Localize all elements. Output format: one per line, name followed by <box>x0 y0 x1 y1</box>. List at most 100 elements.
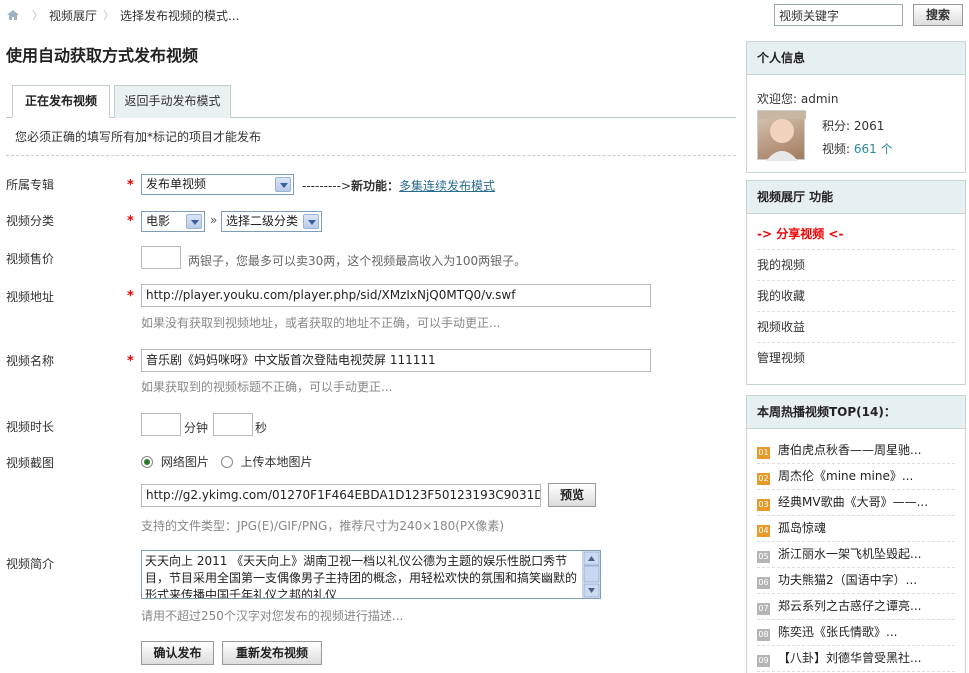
hot-video-item[interactable]: 09 【八卦】刘德华曾受黑社... <box>757 646 955 672</box>
page-title: 使用自动获取方式发布视频 <box>6 46 199 65</box>
hot-video-title[interactable]: 经典MV歌曲《大哥》——... <box>778 495 928 509</box>
chevron-down-icon <box>303 214 319 229</box>
thumbnail-source-options: 网络图片 上传本地图片 <box>141 453 313 470</box>
radio-local-upload[interactable] <box>220 456 233 468</box>
videos-count-link[interactable]: 661 个 <box>854 142 893 156</box>
hot-videos-panel: 本周热播视频TOP(14)： 01 唐伯虎点秋香——周星驰... 02 周杰伦《mi… <box>746 395 966 673</box>
hot-video-item[interactable]: 07 郑云系列之古惑仔之谭亮... <box>757 594 955 620</box>
minutes-unit: 分钟 <box>184 421 209 435</box>
duration-label: 视频时长 <box>6 420 55 434</box>
function-my-videos[interactable]: 我的视频 <box>757 250 955 281</box>
album-select-value: 发布单视频 <box>146 177 207 191</box>
intro-scrollbar[interactable] <box>582 551 600 598</box>
video-url-input[interactable]: http://player.youku.com/player.php/sid/X… <box>141 284 651 307</box>
hot-videos-title: 本周热播视频TOP(14)： <box>747 396 965 429</box>
hot-video-item[interactable]: 02 周杰伦《mine mine》... <box>757 464 955 490</box>
intro-textarea[interactable]: 天天向上 2011 《天天向上》湖南卫视一档以礼仪公德为主题的娱乐性脱口秀节目，… <box>141 550 601 599</box>
rank-badge: 08 <box>757 629 770 641</box>
function-video-earnings[interactable]: 视频收益 <box>757 312 955 343</box>
required-marker: * <box>127 178 134 193</box>
rank-badge: 06 <box>757 577 770 589</box>
hot-video-title[interactable]: 周杰伦《mine mine》... <box>778 469 913 483</box>
hot-video-title[interactable]: 【八卦】刘德华曾受黑社... <box>778 651 921 665</box>
points-label: 积分: <box>822 119 851 133</box>
welcome-text: 欢迎您: admin <box>757 92 839 106</box>
category-label: 视频分类 <box>6 214 55 228</box>
divider <box>6 155 736 156</box>
video-name-input[interactable]: 音乐剧《妈妈咪呀》中文版首次登陆电视荧屏 111111 <box>141 349 651 372</box>
rank-badge: 05 <box>757 551 770 563</box>
price-input[interactable] <box>141 246 181 269</box>
required-notice: 您必须正确的填写所有加*标记的项目才能发布 <box>15 130 262 144</box>
hot-video-item[interactable]: 04 孤岛惊魂 <box>757 516 955 542</box>
category-primary-select[interactable]: 电影 <box>141 211 205 232</box>
minutes-input[interactable] <box>141 413 181 436</box>
seconds-input[interactable] <box>213 413 253 436</box>
tab-publishing[interactable]: 正在发布视频 <box>12 85 110 118</box>
hot-video-item[interactable]: 08 陈奕迅《张氏情歌》... <box>757 620 955 646</box>
profile-title: 个人信息 <box>747 42 965 75</box>
rank-badge: 03 <box>757 499 770 511</box>
hot-video-title[interactable]: 唐伯虎点秋香——周星驰... <box>778 443 921 457</box>
home-icon[interactable] <box>6 9 20 21</box>
hot-video-title[interactable]: 陈奕迅《张氏情歌》... <box>778 625 897 639</box>
required-marker: * <box>127 214 134 229</box>
category-primary-value: 电影 <box>146 214 171 228</box>
rank-badge: 01 <box>757 447 770 459</box>
price-label: 视频售价 <box>6 252 55 266</box>
url-hint: 如果没有获取到视频地址，或者获取的地址不正确，可以手动更正... <box>141 316 501 330</box>
name-label: 视频名称 <box>6 354 55 368</box>
videos-label: 视频: <box>822 142 851 156</box>
category-secondary-select[interactable]: 选择二级分类 <box>221 211 322 232</box>
breadcrumb-item-gallery[interactable]: 视频展厅 <box>49 7 97 24</box>
chevron-down-icon <box>275 177 291 192</box>
hot-video-title[interactable]: 浙江丽水一架飞机坠毁起... <box>778 547 921 561</box>
category-secondary-value: 选择二级分类 <box>226 214 299 228</box>
preview-button[interactable]: 预览 <box>548 483 596 507</box>
required-marker: * <box>127 354 134 369</box>
intro-hint: 请用不超过250个汉字对您发布的视频进行描述... <box>141 609 404 623</box>
profile-panel: 个人信息 欢迎您: admin 积分: 2061 视频: 661 个 <box>746 41 966 173</box>
new-feature: --------->新功能：多集连续发布模式 <box>302 177 495 194</box>
hot-video-item[interactable]: 01 唐伯虎点秋香——周星驰... <box>757 438 955 464</box>
rank-badge: 09 <box>757 655 770 667</box>
hot-video-item[interactable]: 05 浙江丽水一架飞机坠毁起... <box>757 542 955 568</box>
seconds-unit: 秒 <box>255 421 268 435</box>
chevron-right-icon: 〉 <box>103 9 115 22</box>
rank-badge: 07 <box>757 603 770 615</box>
rank-badge: 04 <box>757 525 770 537</box>
chevron-right-icon: 〉 <box>32 9 43 22</box>
hot-video-item[interactable]: 06 功夫熊猫2（国语中字）... <box>757 568 955 594</box>
radio-web-image-label[interactable]: 网络图片 <box>161 455 209 469</box>
thumbnail-label: 视频截图 <box>6 456 55 470</box>
radio-web-image[interactable] <box>141 456 153 468</box>
functions-title: 视频展厅 功能 <box>747 181 965 214</box>
hot-video-item[interactable]: 03 经典MV歌曲《大哥》——... <box>757 490 955 516</box>
hot-video-title[interactable]: 孤岛惊魂 <box>778 521 826 535</box>
radio-local-upload-label[interactable]: 上传本地图片 <box>241 455 313 469</box>
tab-manual-mode[interactable]: 返回手动发布模式 <box>114 85 231 118</box>
avatar[interactable] <box>757 110 806 161</box>
multi-episode-link[interactable]: 多集连续发布模式 <box>399 179 495 193</box>
search-input[interactable] <box>774 4 903 26</box>
hot-video-title[interactable]: 郑云系列之古惑仔之谭亮... <box>778 599 921 613</box>
album-label: 所属专辑 <box>6 178 55 192</box>
url-label: 视频地址 <box>6 290 55 304</box>
hot-video-title[interactable]: 功夫熊猫2（国语中字）... <box>778 573 917 587</box>
submit-button[interactable]: 确认发布 <box>141 641 214 665</box>
intro-label: 视频简介 <box>6 557 55 571</box>
name-hint: 如果获取到的视频标题不正确，可以手动更正... <box>141 380 393 394</box>
reset-button[interactable]: 重新发布视频 <box>222 641 322 665</box>
required-marker: * <box>127 289 134 304</box>
search-button[interactable]: 搜索 <box>913 4 963 26</box>
function-share-video[interactable]: -> 分享视频 <- <box>757 219 955 250</box>
function-my-favorites[interactable]: 我的收藏 <box>757 281 955 312</box>
album-select[interactable]: 发布单视频 <box>141 174 294 195</box>
category-separator: » <box>210 213 218 227</box>
rank-badge: 02 <box>757 473 770 485</box>
thumbnail-url-input[interactable]: http://g2.ykimg.com/01270F1F464EBDA1D123… <box>141 484 541 507</box>
arrow-text: ---------> <box>302 179 352 193</box>
price-hint: 两银子，您最多可以卖30两，这个视频最高收入为100两银子。 <box>188 254 527 268</box>
function-manage-videos[interactable]: 管理视频 <box>757 343 955 374</box>
breadcrumb-item-current: 选择发布视频的模式... <box>120 8 240 23</box>
